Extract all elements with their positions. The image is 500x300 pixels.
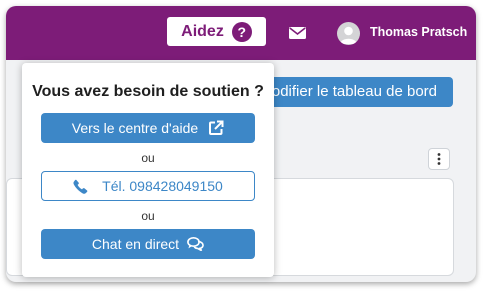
customize-dashboard-label: odifier le tableau de bord <box>271 83 437 100</box>
user-name[interactable]: Thomas Pratsch <box>370 25 467 39</box>
or-separator: ou <box>141 209 155 223</box>
popover-title: Vous avez besoin de soutien ? <box>32 83 264 100</box>
help-button[interactable]: Aidez ? <box>167 17 266 46</box>
or-separator: ou <box>141 151 155 165</box>
envelope-icon[interactable] <box>289 27 306 39</box>
external-link-icon <box>209 120 224 135</box>
vertical-dots-icon[interactable] <box>428 148 450 170</box>
phone-icon <box>73 179 88 194</box>
user-avatar-icon[interactable] <box>337 22 360 45</box>
top-bar: Aidez ? Thomas Pratsch <box>6 6 476 60</box>
live-chat-label: Chat en direct <box>91 236 180 252</box>
support-popover: Vous avez besoin de soutien ? Vers le ce… <box>22 63 274 277</box>
chat-bubbles-icon <box>187 237 204 251</box>
customize-dashboard-button[interactable]: odifier le tableau de bord <box>260 77 453 107</box>
live-chat-button[interactable]: Chat en direct <box>41 229 255 259</box>
help-center-label: Vers le centre d'aide <box>71 120 199 136</box>
help-center-button[interactable]: Vers le centre d'aide <box>41 113 255 143</box>
phone-number-label: Tél. 098428049150 <box>102 178 223 194</box>
question-circle-icon: ? <box>231 21 252 42</box>
phone-button[interactable]: Tél. 098428049150 <box>41 171 255 201</box>
help-button-label: Aidez <box>181 22 224 40</box>
